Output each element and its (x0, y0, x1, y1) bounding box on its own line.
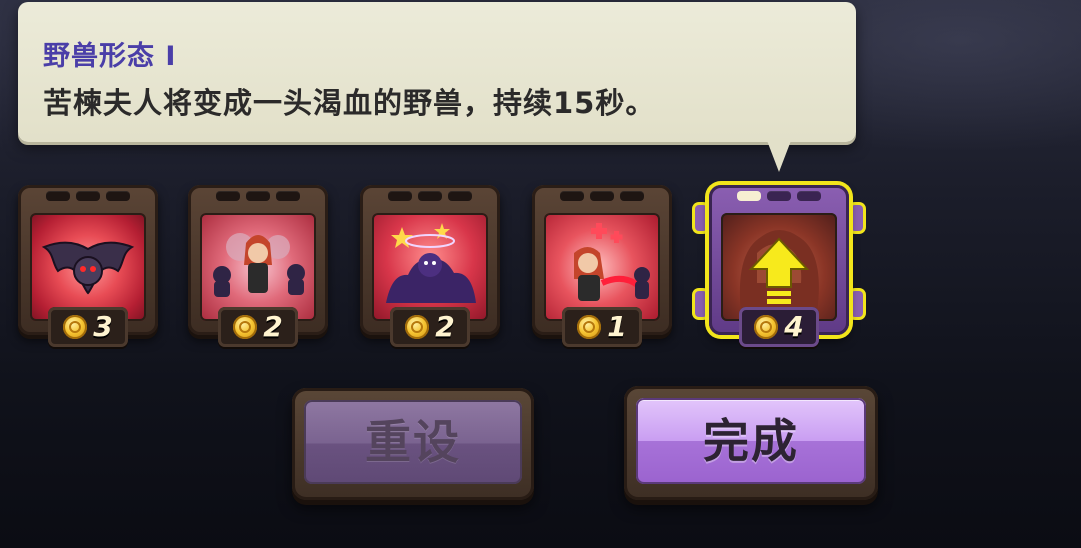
pip (797, 191, 821, 201)
coin-icon (233, 315, 258, 339)
pip (560, 191, 584, 201)
skill-card-3[interactable]: 2 (360, 185, 500, 347)
pip (590, 191, 614, 201)
frame-tab (695, 291, 707, 317)
coin-icon (577, 315, 602, 339)
frame-tab (851, 291, 863, 317)
skill-tooltip: 野兽形态 I 苦楝夫人将变成一头渴血的野兽，持续15秒。 (18, 2, 856, 142)
frame-tab (695, 205, 707, 231)
cost-badge: 4 (739, 307, 819, 347)
cost-badge: 1 (562, 307, 642, 347)
summon-minions-icon (200, 213, 316, 321)
coin-icon (405, 315, 430, 339)
upgrade-pips (737, 191, 821, 205)
cost-badge: 3 (48, 307, 128, 347)
shadow-swarm-icon (372, 213, 488, 321)
life-drain-icon (544, 213, 660, 321)
cost-value: 2 (435, 310, 455, 343)
pip (46, 191, 70, 201)
pip-filled (737, 191, 761, 201)
upgrade-pips (46, 191, 130, 205)
reset-button-label: 重设 (365, 415, 461, 469)
coin-icon (63, 315, 88, 339)
upgrade-pips (216, 191, 300, 205)
pip (418, 191, 442, 201)
cost-value: 1 (607, 310, 627, 343)
pip (246, 191, 270, 201)
cost-badge: 2 (390, 307, 470, 347)
pip (76, 191, 100, 201)
upgrade-pips (388, 191, 472, 205)
skill-card-1[interactable]: 3 (18, 185, 158, 347)
tooltip-title: 野兽形态 I (43, 41, 177, 72)
cost-badge: 2 (218, 307, 298, 347)
cost-value: 4 (784, 310, 804, 343)
cost-value: 2 (263, 310, 283, 343)
reset-button-frame: 重设 (292, 388, 534, 500)
pip (767, 191, 791, 201)
upgrade-screen: 野兽形态 I 苦楝夫人将变成一头渴血的野兽，持续15秒。 3 2 2 1 4 重… (0, 0, 1081, 548)
skill-card-4[interactable]: 1 (532, 185, 672, 347)
done-button-frame: 完成 (624, 386, 878, 500)
upgrade-pips (560, 191, 644, 205)
pip (448, 191, 472, 201)
coin-icon (754, 315, 779, 339)
skill-card-5-selected[interactable]: 4 (695, 185, 863, 347)
upgrade-arrow-icon (721, 213, 837, 321)
cost-value: 3 (93, 310, 113, 343)
frame-tab (851, 205, 863, 231)
reset-button[interactable]: 重设 (304, 400, 522, 484)
skill-card-2[interactable]: 2 (188, 185, 328, 347)
tooltip-pointer (766, 138, 792, 172)
done-button-label: 完成 (703, 414, 799, 468)
pip (388, 191, 412, 201)
tooltip-description: 苦楝夫人将变成一头渴血的野兽，持续15秒。 (43, 86, 656, 120)
bat-icon (30, 213, 146, 321)
pip (216, 191, 240, 201)
pip (106, 191, 130, 201)
pip (620, 191, 644, 201)
done-button[interactable]: 完成 (636, 398, 866, 484)
pip (276, 191, 300, 201)
